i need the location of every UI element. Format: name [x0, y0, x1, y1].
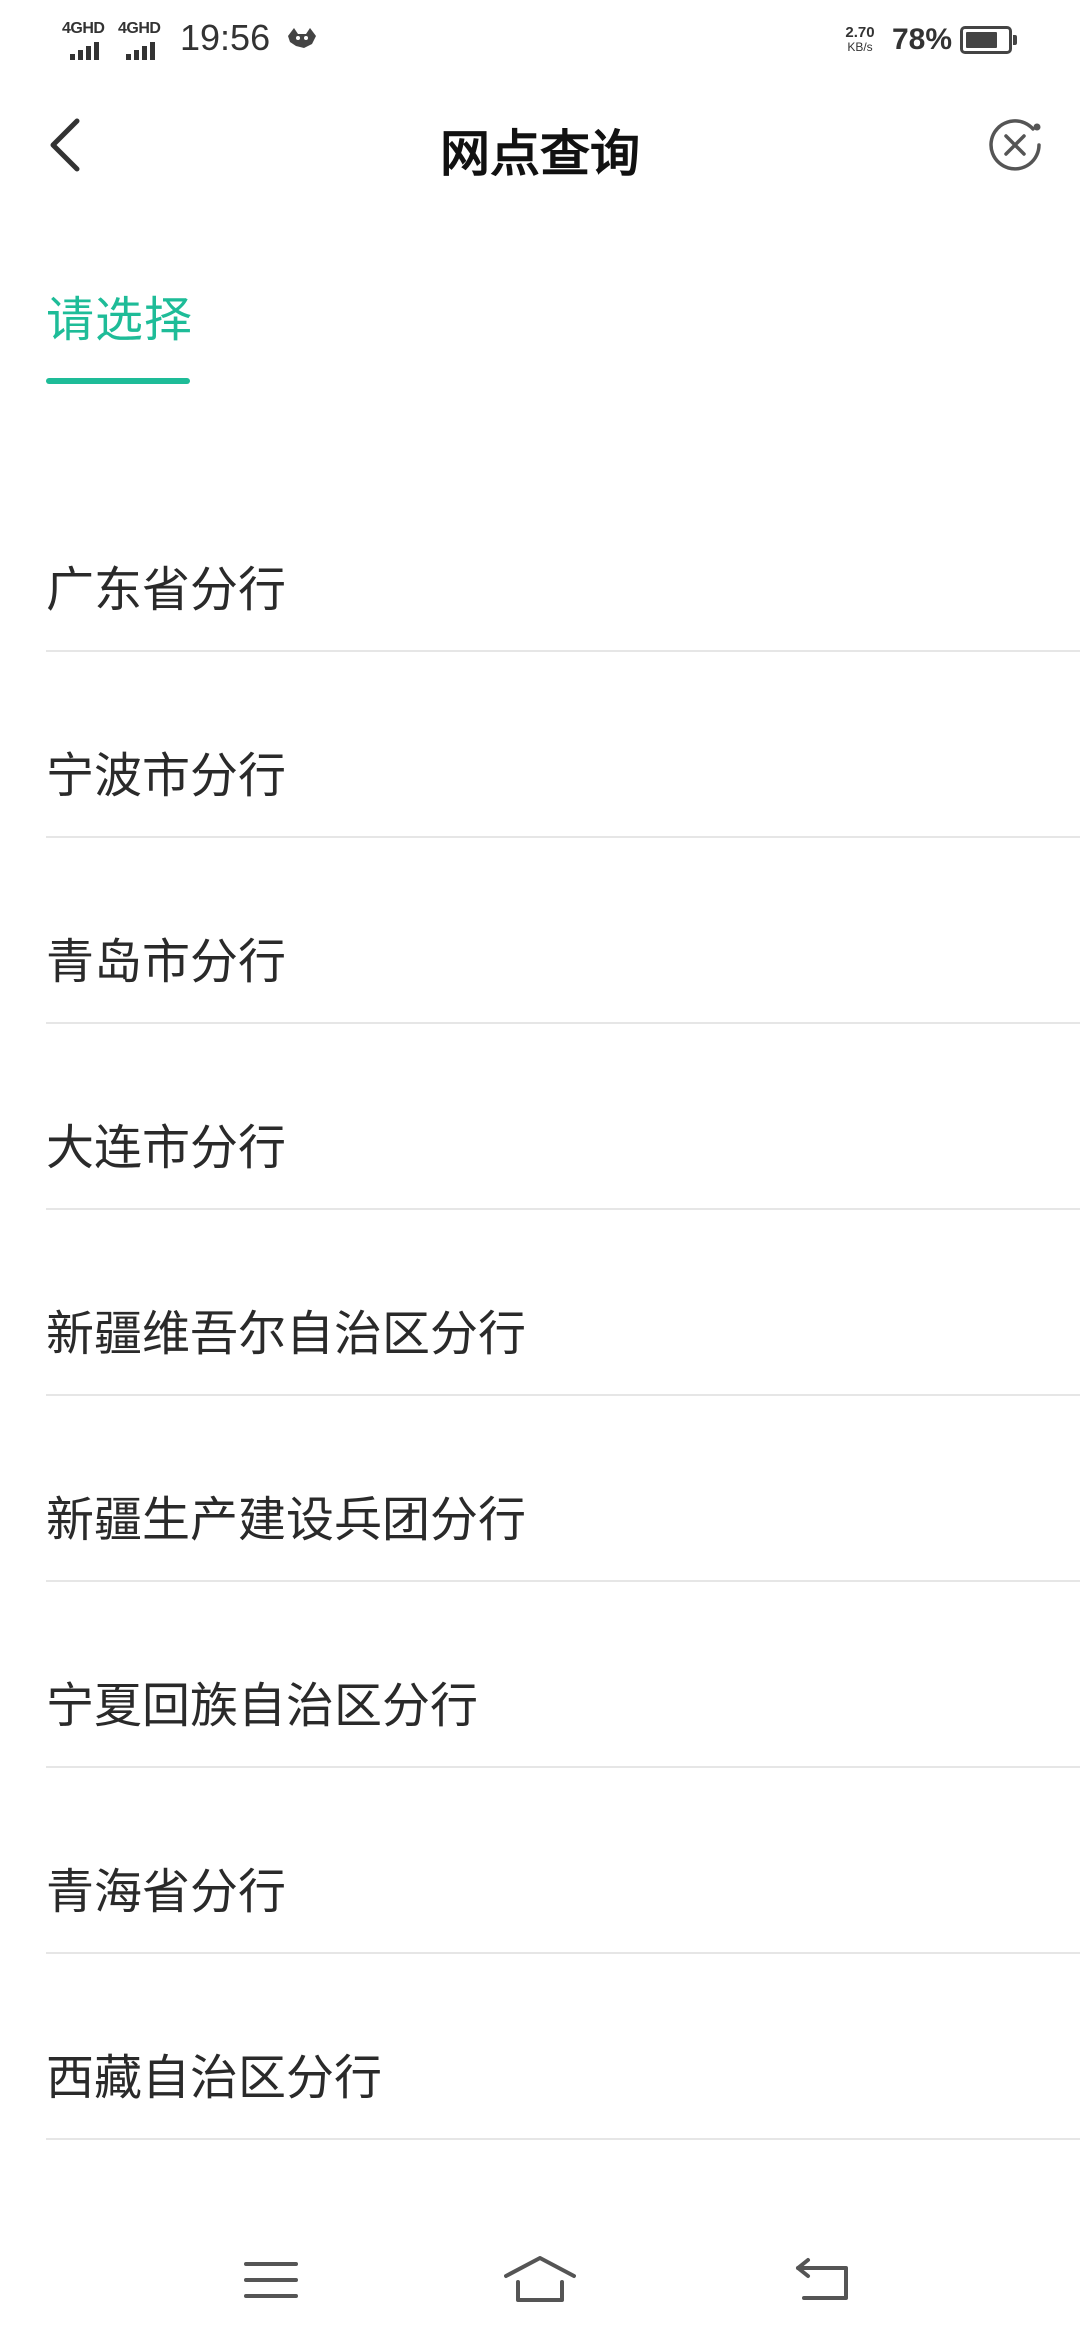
branch-label: 宁波市分行: [46, 748, 287, 804]
branch-label: 宁夏回族自治区分行: [46, 1678, 479, 1734]
sim1-label: 4GHD: [62, 20, 105, 37]
menu-button[interactable]: [231, 2250, 311, 2310]
cat-notification-icon: [288, 28, 316, 48]
net-speed-unit: KB/s: [847, 40, 873, 54]
page-title: 网点查询: [440, 125, 640, 183]
branch-list: 广东省分行 宁波市分行 青岛市分行 大连市分行 新疆维吾尔自治区分行 新疆生产建…: [0, 466, 1080, 2140]
sim2-label: 4GHD: [118, 20, 161, 37]
branch-label: 大连市分行: [46, 1120, 287, 1176]
net-speed-value: 2.70: [845, 24, 875, 41]
list-item[interactable]: 新疆生产建设兵团分行: [46, 1396, 1080, 1582]
branch-label: 青岛市分行: [46, 934, 287, 990]
tab-active-indicator: [46, 378, 190, 384]
tab-label: 请选择: [46, 292, 194, 348]
back-nav-button[interactable]: [784, 2250, 864, 2310]
system-nav-bar: [0, 2220, 1080, 2340]
back-icon: [796, 2258, 848, 2300]
list-item[interactable]: 西藏自治区分行: [46, 1954, 1080, 2140]
status-time: 19:56: [180, 17, 271, 58]
home-icon: [504, 2256, 576, 2302]
list-item[interactable]: 宁波市分行: [46, 652, 1080, 838]
header: 网点查询: [0, 80, 1080, 210]
branch-label: 新疆维吾尔自治区分行: [46, 1306, 527, 1362]
branch-label: 西藏自治区分行: [46, 2050, 383, 2106]
list-item[interactable]: 新疆维吾尔自治区分行: [46, 1210, 1080, 1396]
list-item[interactable]: 广东省分行: [46, 466, 1080, 652]
menu-icon: [244, 2262, 298, 2298]
list-item[interactable]: 大连市分行: [46, 1024, 1080, 1210]
status-bar: 4GHD 4GHD 19:56 2.70 KB/s 78%: [0, 0, 1080, 80]
network-speed: 2.70 KB/s: [840, 24, 880, 54]
close-circle-icon: [989, 119, 1041, 171]
branch-label: 广东省分行: [46, 562, 287, 618]
branch-label: 新疆生产建设兵团分行: [46, 1492, 527, 1548]
battery-percentage: 78%: [892, 23, 953, 56]
branch-label: 青海省分行: [46, 1864, 287, 1920]
battery-icon: [960, 26, 1017, 54]
close-button[interactable]: [980, 110, 1050, 180]
list-item[interactable]: 青岛市分行: [46, 838, 1080, 1024]
list-item[interactable]: 青海省分行: [46, 1768, 1080, 1954]
tab-please-select[interactable]: 请选择: [46, 280, 194, 384]
list-item[interactable]: 宁夏回族自治区分行: [46, 1582, 1080, 1768]
home-button[interactable]: [500, 2250, 580, 2310]
